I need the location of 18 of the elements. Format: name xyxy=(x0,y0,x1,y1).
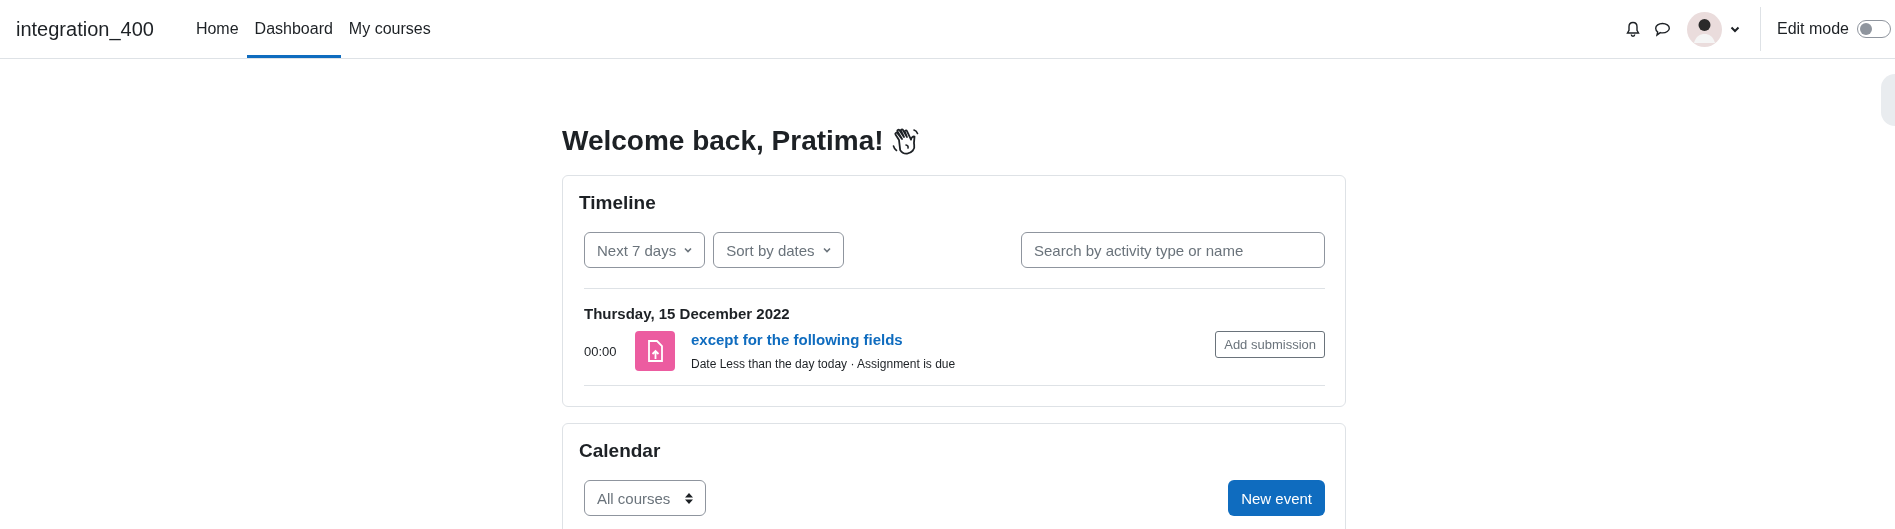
nav-tab[interactable]: Home xyxy=(187,3,247,58)
search-field[interactable]: Search by activity type or name xyxy=(1021,232,1325,268)
filter-dropdown[interactable]: Next 7 days xyxy=(584,232,706,268)
nav-tab[interactable]: My courses xyxy=(340,3,439,58)
edit-mode-label: Edit mode xyxy=(1776,20,1849,38)
date-heading: Thursday, 15 December 2022 xyxy=(584,305,791,322)
card-title: Timeline xyxy=(579,192,657,214)
add-submission-button[interactable]: Add submission xyxy=(1215,331,1325,358)
event-link[interactable]: except for the following fields xyxy=(691,331,1204,348)
site-name[interactable]: integration_400 xyxy=(16,17,154,41)
event-details: Date Less than the day today · Assignment is due xyxy=(691,357,957,371)
event-time: 00:00 xyxy=(584,343,614,359)
new-event-button[interactable]: New event xyxy=(1228,480,1325,516)
welcome-heading: Welcome back, Pratima! xyxy=(562,125,884,157)
filter-dropdown[interactable]: Sort by dates xyxy=(713,232,844,268)
nav-tab[interactable]: Dashboard xyxy=(246,3,341,58)
course-select[interactable]: All courses xyxy=(584,480,706,516)
card-title: Calendar xyxy=(579,440,662,462)
